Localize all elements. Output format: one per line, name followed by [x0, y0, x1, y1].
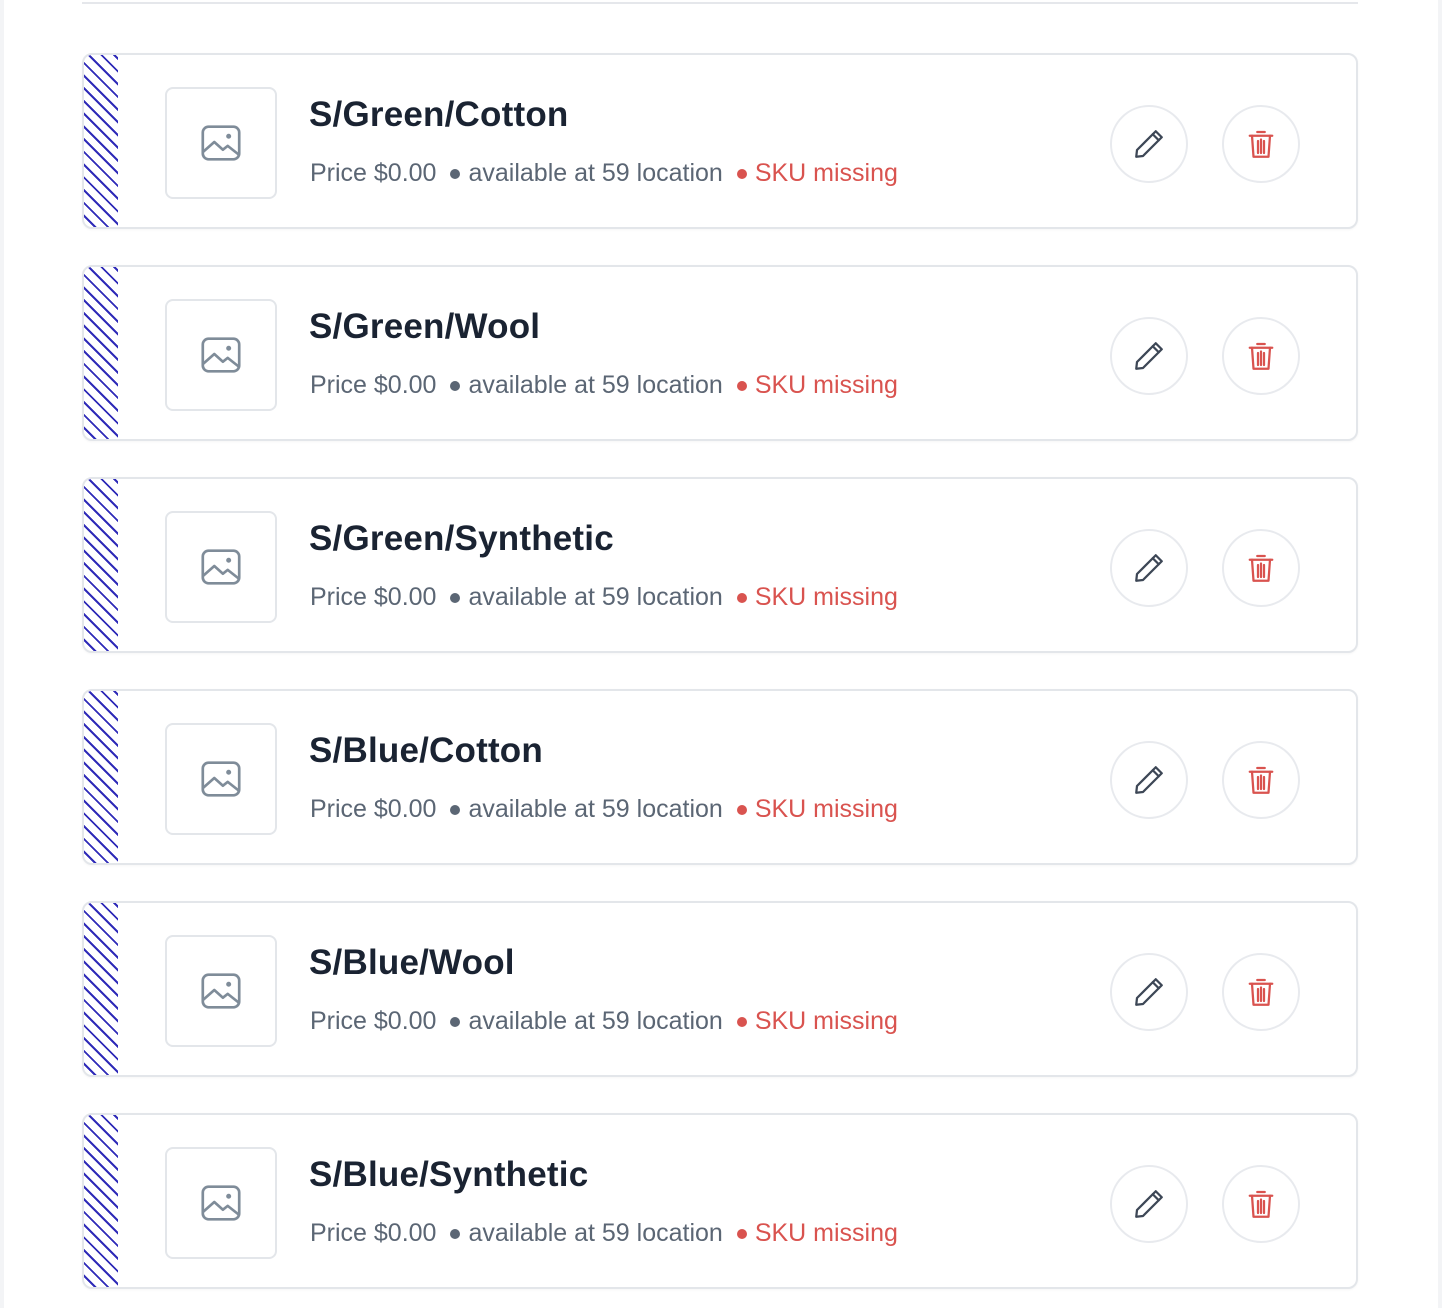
- variant-card: S/Green/Wool Price $0.00 available at 59…: [82, 265, 1358, 441]
- separator-dot: [450, 592, 461, 603]
- drag-handle-icon[interactable]: [84, 267, 118, 439]
- variant-list: S/Green/Cotton Price $0.00 available at …: [82, 53, 1358, 1308]
- image-placeholder-icon: [201, 973, 241, 1009]
- variant-price: Price $0.00: [310, 371, 437, 399]
- variant-image-button[interactable]: [165, 87, 277, 199]
- variant-title: S/Green/Wool: [309, 307, 541, 346]
- page: S/Green/Cotton Price $0.00 available at …: [0, 0, 1442, 1308]
- variant-title: S/Blue/Synthetic: [309, 1155, 589, 1194]
- variant-card: S/Green/Cotton Price $0.00 available at …: [82, 53, 1358, 229]
- trash-icon: [1248, 978, 1274, 1006]
- warning-dot: [736, 804, 747, 815]
- trash-icon: [1248, 342, 1274, 370]
- edit-button[interactable]: [1110, 529, 1188, 607]
- sku-status: SKU missing: [754, 1219, 898, 1247]
- variant-image-button[interactable]: [165, 299, 277, 411]
- variant-availability: available at 59 location: [468, 795, 723, 823]
- warning-dot: [736, 380, 747, 391]
- separator-dot: [450, 804, 461, 815]
- sku-status: SKU missing: [754, 1007, 898, 1035]
- variant-meta: Price $0.00 available at 59 location SKU…: [310, 159, 898, 188]
- separator-dot: [450, 168, 461, 179]
- variant-title: S/Green/Cotton: [309, 95, 569, 134]
- edit-button[interactable]: [1110, 1165, 1188, 1243]
- pencil-icon: [1135, 342, 1163, 370]
- variant-title: S/Green/Synthetic: [309, 519, 614, 558]
- warning-dot: [736, 592, 747, 603]
- separator-dot: [450, 1016, 461, 1027]
- variant-meta: Price $0.00 available at 59 location SKU…: [310, 1219, 898, 1248]
- variant-meta: Price $0.00 available at 59 location SKU…: [310, 583, 898, 612]
- edit-button[interactable]: [1110, 317, 1188, 395]
- delete-button[interactable]: [1222, 741, 1300, 819]
- trash-icon: [1248, 1190, 1274, 1218]
- variant-price: Price $0.00: [310, 159, 437, 187]
- edit-button[interactable]: [1110, 741, 1188, 819]
- delete-button[interactable]: [1222, 317, 1300, 395]
- warning-dot: [736, 1016, 747, 1027]
- separator-dot: [450, 380, 461, 391]
- variant-image-button[interactable]: [165, 935, 277, 1047]
- delete-button[interactable]: [1222, 105, 1300, 183]
- image-placeholder-icon: [201, 549, 241, 585]
- trash-icon: [1248, 766, 1274, 794]
- edit-button[interactable]: [1110, 105, 1188, 183]
- pencil-icon: [1135, 978, 1163, 1006]
- variant-availability: available at 59 location: [468, 1007, 723, 1035]
- left-edge-divider: [0, 0, 4, 1308]
- variant-price: Price $0.00: [310, 1007, 437, 1035]
- trash-icon: [1248, 130, 1274, 158]
- pencil-icon: [1135, 1190, 1163, 1218]
- variant-availability: available at 59 location: [468, 1219, 723, 1247]
- pencil-icon: [1135, 554, 1163, 582]
- image-placeholder-icon: [201, 125, 241, 161]
- variant-availability: available at 59 location: [468, 159, 723, 187]
- variant-meta: Price $0.00 available at 59 location SKU…: [310, 371, 898, 400]
- warning-dot: [736, 1228, 747, 1239]
- sku-status: SKU missing: [754, 795, 898, 823]
- delete-button[interactable]: [1222, 1165, 1300, 1243]
- sku-status: SKU missing: [754, 159, 898, 187]
- variant-title: S/Blue/Wool: [309, 943, 515, 982]
- separator-dot: [450, 1228, 461, 1239]
- drag-handle-icon[interactable]: [84, 479, 118, 651]
- variant-title: S/Blue/Cotton: [309, 731, 543, 770]
- variant-card: S/Blue/Synthetic Price $0.00 available a…: [82, 1113, 1358, 1289]
- delete-button[interactable]: [1222, 529, 1300, 607]
- drag-handle-icon[interactable]: [84, 1115, 118, 1287]
- variant-image-button[interactable]: [165, 723, 277, 835]
- pencil-icon: [1135, 130, 1163, 158]
- variant-availability: available at 59 location: [468, 583, 723, 611]
- warning-dot: [736, 168, 747, 179]
- variant-card: S/Green/Synthetic Price $0.00 available …: [82, 477, 1358, 653]
- image-placeholder-icon: [201, 1185, 241, 1221]
- variant-meta: Price $0.00 available at 59 location SKU…: [310, 1007, 898, 1036]
- variant-image-button[interactable]: [165, 1147, 277, 1259]
- variant-image-button[interactable]: [165, 511, 277, 623]
- drag-handle-icon[interactable]: [84, 903, 118, 1075]
- variant-price: Price $0.00: [310, 1219, 437, 1247]
- sku-status: SKU missing: [754, 371, 898, 399]
- drag-handle-icon[interactable]: [84, 55, 118, 227]
- image-placeholder-icon: [201, 761, 241, 797]
- variant-availability: available at 59 location: [468, 371, 723, 399]
- top-divider: [82, 2, 1358, 4]
- trash-icon: [1248, 554, 1274, 582]
- image-placeholder-icon: [201, 337, 241, 373]
- variant-meta: Price $0.00 available at 59 location SKU…: [310, 795, 898, 824]
- right-edge-divider: [1438, 0, 1442, 1308]
- variant-price: Price $0.00: [310, 583, 437, 611]
- drag-handle-icon[interactable]: [84, 691, 118, 863]
- delete-button[interactable]: [1222, 953, 1300, 1031]
- edit-button[interactable]: [1110, 953, 1188, 1031]
- variant-price: Price $0.00: [310, 795, 437, 823]
- sku-status: SKU missing: [754, 583, 898, 611]
- pencil-icon: [1135, 766, 1163, 794]
- variant-card: S/Blue/Wool Price $0.00 available at 59 …: [82, 901, 1358, 1077]
- variant-card: S/Blue/Cotton Price $0.00 available at 5…: [82, 689, 1358, 865]
